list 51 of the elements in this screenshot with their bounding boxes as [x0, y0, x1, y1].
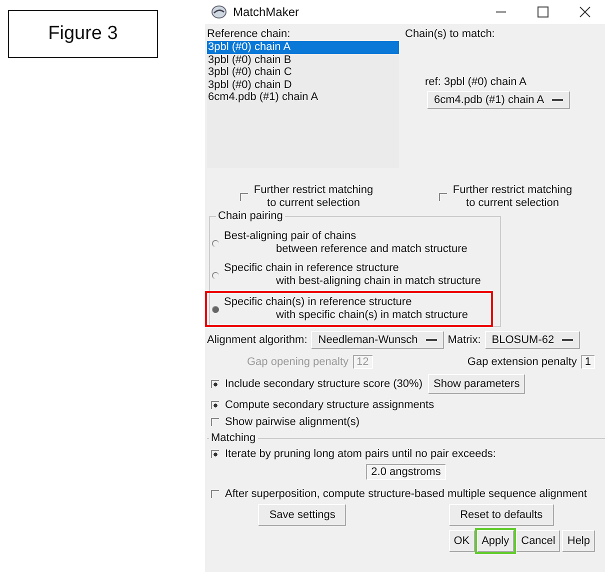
group-title: Matching	[209, 432, 258, 444]
checkbox[interactable]	[211, 490, 219, 498]
checkbox[interactable]	[438, 193, 447, 201]
dialog-button[interactable]: Help	[562, 530, 595, 552]
checkbox-label: Compute secondary structure assignments	[225, 399, 434, 411]
checkbox-label: Show pairwise alignment(s)	[225, 416, 360, 428]
group-title: Chain pairing	[216, 210, 285, 222]
ref-label: ref: 3pbl (#0) chain A	[425, 76, 528, 88]
list-item[interactable]: 3pbl (#0) chain B	[207, 54, 399, 66]
window-title: MatchMaker	[233, 5, 300, 19]
checkbox[interactable]	[240, 193, 248, 201]
checkbox-label: Include secondary structure score (30%)	[225, 378, 422, 390]
dialog-button[interactable]: Cancel	[516, 530, 560, 552]
field-label: Gap opening penalty	[247, 356, 349, 368]
field-label: Gap extension penalty	[467, 356, 577, 368]
list-item[interactable]: 3pbl (#0) chain C	[207, 66, 399, 78]
section-label: Reference chain:	[207, 28, 292, 40]
list-item[interactable]: 6cm4.pdb (#1) chain A	[207, 91, 399, 104]
radio-button[interactable]	[212, 272, 219, 278]
list-item[interactable]: 3pbl (#0) chain A	[207, 41, 399, 54]
dialog-button[interactable]: Apply	[476, 530, 514, 552]
checkbox-label: After superposition, compute structure-based multiple sequence alignment	[225, 488, 587, 500]
dialog-button[interactable]: OK	[448, 530, 475, 552]
close-icon[interactable]	[579, 6, 591, 18]
radio-label: Specific chain in reference structure with best-aligning chain in match structure	[224, 262, 481, 288]
section-label: Chain(s) to match:	[405, 28, 496, 40]
checkbox-label: Iterate by pruning long atom pairs until no pair exceeds:	[225, 448, 496, 460]
settings-button[interactable]: Reset to defaults	[449, 504, 554, 526]
maximize-icon[interactable]	[537, 6, 549, 18]
radio-label: Best-aligning pair of chains between reference and match structure	[224, 230, 468, 256]
matrix-menu[interactable]: BLOSUM-62	[484, 331, 580, 349]
checkbox-label: Further restrict matching to current selection	[452, 184, 572, 210]
checkbox-label: Further restrict matching to current selection	[254, 184, 374, 210]
checkbox[interactable]	[211, 380, 219, 388]
algorithm-menu[interactable]: Needleman-Wunsch	[311, 331, 444, 349]
field-label: Matrix:	[448, 334, 481, 346]
app-icon	[211, 5, 227, 19]
checkbox[interactable]	[211, 450, 219, 458]
chain-menu[interactable]: 6cm4.pdb (#1) chain A	[427, 91, 570, 109]
input-field[interactable]: 1	[580, 355, 595, 369]
radio-button[interactable]	[212, 240, 219, 246]
show-parameters-button[interactable]: Show parameters	[428, 374, 525, 394]
radio-button[interactable]	[212, 306, 219, 312]
checkbox[interactable]	[211, 418, 219, 426]
field-label: Alignment algorithm:	[207, 334, 308, 346]
checkbox[interactable]	[211, 401, 219, 409]
input-field[interactable]: 2.0 angstroms	[366, 464, 446, 480]
radio-label: Specific chain(s) in reference structure with specific chain(s) in match structure	[224, 296, 468, 322]
settings-button[interactable]: Save settings	[258, 504, 346, 526]
list-item[interactable]: 3pbl (#0) chain D	[207, 78, 399, 91]
figure-label: Figure 3	[8, 10, 158, 58]
